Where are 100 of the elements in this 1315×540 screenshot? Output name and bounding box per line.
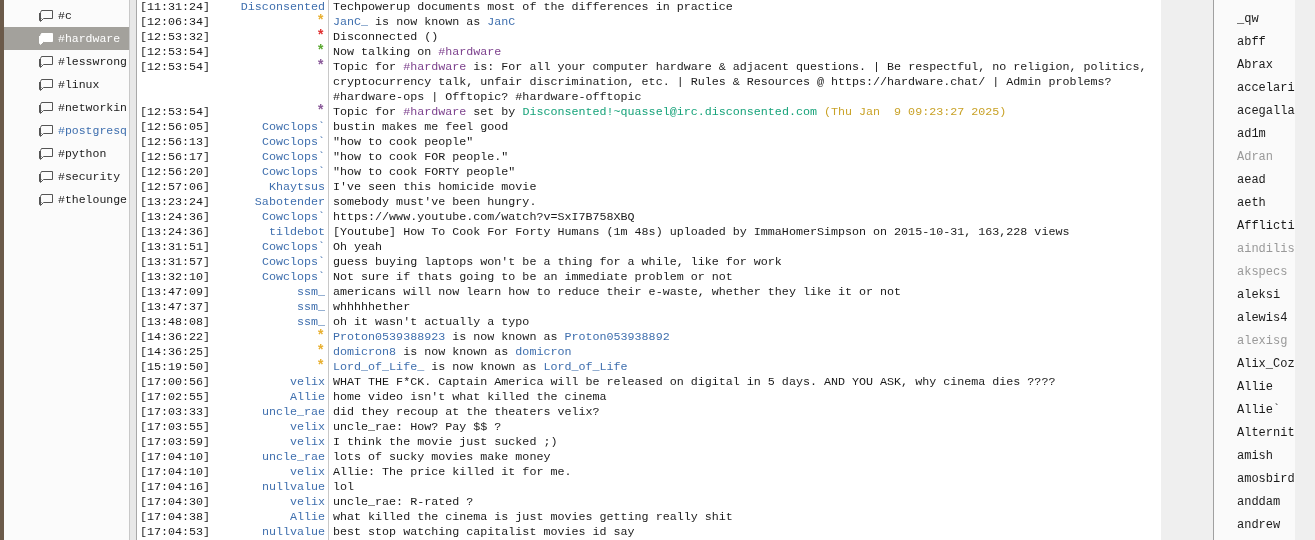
event-marker: * xyxy=(316,103,325,119)
message-text: "how to cook FORTY people" xyxy=(332,165,517,180)
user-item[interactable]: alewis4 xyxy=(1214,307,1295,330)
user-item[interactable]: accelari xyxy=(1214,77,1295,100)
user-item[interactable]: aleksi xyxy=(1214,284,1295,307)
user-item[interactable]: Alternit xyxy=(1214,422,1295,445)
message-text: [Youtube] How To Cook For Forty Humans (1m 48s) uploaded by ImmaHomerSimpson on 2015-10-31, 163,228 views xyxy=(332,225,1071,240)
message-text: Not sure if thats going to be an immediate problem or not xyxy=(332,270,734,285)
user-item[interactable]: akspecs xyxy=(1214,261,1295,284)
message-text: Allie: The price killed it for me. xyxy=(332,465,573,480)
user-item[interactable]: aeth xyxy=(1214,192,1295,215)
user-item[interactable]: amosbird xyxy=(1214,468,1295,491)
timestamp: [17:03:55] xyxy=(140,420,212,435)
nickname[interactable]: Cowclops` xyxy=(212,120,329,135)
message-text: home video isn't what killed the cinema xyxy=(332,390,608,405)
message-text: lots of sucky movies make money xyxy=(332,450,552,465)
nickname[interactable]: Cowclops` xyxy=(212,150,329,165)
timestamp: [13:32:10] xyxy=(140,270,212,285)
message-text: oh it wasn't actually a typo xyxy=(332,315,531,330)
nickname[interactable]: Khaytsus xyxy=(212,180,329,195)
timestamp: [17:04:30] xyxy=(140,495,212,510)
event-marker: * xyxy=(316,328,325,344)
timestamp: [17:02:55] xyxy=(140,390,212,405)
user-item[interactable]: amish xyxy=(1214,445,1295,468)
user-item[interactable]: andrew xyxy=(1214,514,1295,537)
nickname[interactable]: Cowclops` xyxy=(212,210,329,225)
nickname[interactable]: velix xyxy=(212,435,329,450)
channel-item[interactable]: #python xyxy=(4,142,129,165)
channel-item[interactable]: #lesswrong xyxy=(4,50,129,73)
nickname[interactable]: velix xyxy=(212,375,329,390)
channel-item[interactable]: #security xyxy=(4,165,129,188)
chat-bubble-icon xyxy=(38,100,54,115)
nickname[interactable]: nullvalue xyxy=(212,480,329,495)
timestamp: [17:00:56] xyxy=(140,375,212,390)
timestamp: [17:04:53] xyxy=(140,525,212,540)
nickname[interactable]: velix xyxy=(212,420,329,435)
channel-item[interactable]: #networkin xyxy=(4,96,129,119)
nickname[interactable]: tildebot xyxy=(212,225,329,240)
chat-bubble-icon xyxy=(38,54,54,69)
message-text: domicron8 is now known as domicron xyxy=(332,345,573,360)
nickname[interactable]: ssm_ xyxy=(212,300,329,315)
pane-splitter[interactable] xyxy=(130,0,137,540)
nickname[interactable]: Cowclops` xyxy=(212,240,329,255)
user-item[interactable]: Allie xyxy=(1214,376,1295,399)
event-marker: * xyxy=(316,358,325,374)
channel-item[interactable]: #linux xyxy=(4,73,129,96)
timestamp: [14:36:25] xyxy=(140,345,212,360)
timestamp: [17:04:10] xyxy=(140,465,212,480)
channel-item[interactable]: #thelounge xyxy=(4,188,129,211)
channel-item[interactable]: #postgresq xyxy=(4,119,129,142)
user-item[interactable]: abff xyxy=(1214,31,1295,54)
nickname[interactable]: nullvalue xyxy=(212,525,329,540)
message-text: guess buying laptops won't be a thing for a while, like for work xyxy=(332,255,783,270)
nickname[interactable]: Cowclops` xyxy=(212,165,329,180)
message-text: WHAT THE F*CK. Captain America will be released on digital in 5 days. AND YOU ASK, why cinema dies ???? xyxy=(332,375,1057,390)
message-text: Now talking on #hardware xyxy=(332,45,503,60)
user-item[interactable]: _qw xyxy=(1214,8,1295,31)
nickname[interactable]: Cowclops` xyxy=(212,135,329,150)
user-item[interactable]: aindilis xyxy=(1214,238,1295,261)
timestamp: [17:04:10] xyxy=(140,450,212,465)
user-item[interactable]: Alix_Coz xyxy=(1214,353,1295,376)
nickname[interactable]: Sabotender xyxy=(212,195,329,210)
timestamp: [17:03:33] xyxy=(140,405,212,420)
message-text: I've seen this homicide movie xyxy=(332,180,538,195)
message-text: americans will now learn how to reduce their e-waste, whether they like it or not xyxy=(332,285,903,300)
nickname[interactable]: ssm_ xyxy=(212,285,329,300)
user-item[interactable]: aead xyxy=(1214,169,1295,192)
event-marker: * xyxy=(316,13,325,29)
nickname[interactable]: velix xyxy=(212,495,329,510)
nickname[interactable]: uncle_rae xyxy=(212,450,329,465)
user-item[interactable]: anddam xyxy=(1214,491,1295,514)
nickname[interactable]: Allie xyxy=(212,510,329,525)
timestamp: [12:53:32] xyxy=(140,30,212,45)
user-item[interactable]: acegalla xyxy=(1214,100,1295,123)
timestamp: [15:19:50] xyxy=(140,360,212,375)
channel-item[interactable]: #c xyxy=(4,4,129,27)
timestamp: [13:24:36] xyxy=(140,225,212,240)
nickname[interactable]: Cowclops` xyxy=(212,255,329,270)
user-item[interactable]: alexisg xyxy=(1214,330,1295,353)
nickname[interactable]: Cowclops` xyxy=(212,270,329,285)
user-item[interactable]: Adran xyxy=(1214,146,1295,169)
timestamp: [17:04:16] xyxy=(140,480,212,495)
nickname[interactable]: ssm_ xyxy=(212,315,329,330)
message-text: "how to cook people" xyxy=(332,135,475,150)
nickname[interactable]: uncle_rae xyxy=(212,405,329,420)
nickname[interactable]: Disconsented xyxy=(212,0,329,15)
nickname[interactable]: Allie xyxy=(212,390,329,405)
timestamp: [12:53:54] xyxy=(140,105,212,120)
user-item[interactable]: Allie` xyxy=(1214,399,1295,422)
message-text: somebody must've been hungry. xyxy=(332,195,538,210)
message-text: I think the movie just sucked ;) xyxy=(332,435,559,450)
timestamp: [13:31:57] xyxy=(140,255,212,270)
timestamp: [17:04:38] xyxy=(140,510,212,525)
user-item[interactable]: Afflicti xyxy=(1214,215,1295,238)
message-text: https://www.youtube.com/watch?v=SxI7B758XBQ xyxy=(332,210,636,225)
nickname[interactable]: velix xyxy=(212,465,329,480)
user-item[interactable]: Abrax xyxy=(1214,54,1295,77)
message-text: Disconnected () xyxy=(332,30,440,45)
user-item[interactable]: ad1m xyxy=(1214,123,1295,146)
message-text: Topic for #hardware set by Disconsented!~quassel@irc.disconsented.com (Thu Jan 9 09:23:27 2025) xyxy=(332,105,1008,120)
